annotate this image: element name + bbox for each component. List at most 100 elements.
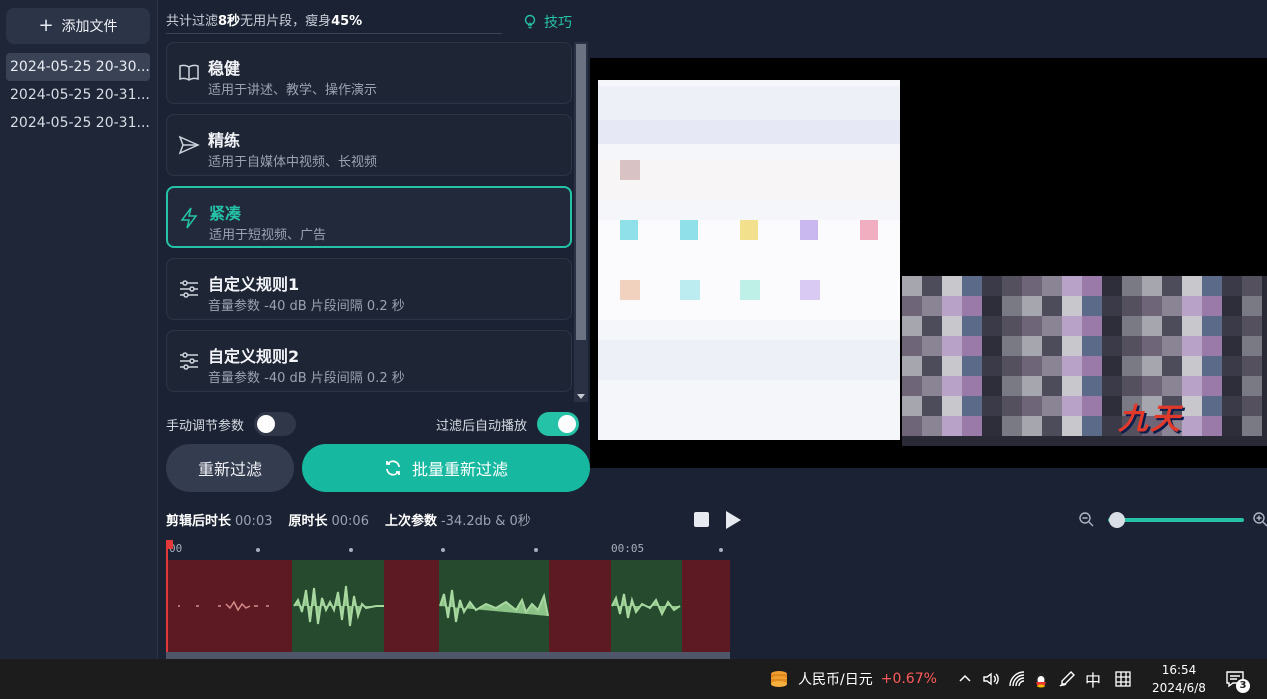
mosaic-cell (1162, 336, 1182, 356)
mosaic-cell (1022, 376, 1042, 396)
preset-desc: 音量参数 -40 dB 片段间隔 0.2 秒 (208, 299, 405, 314)
zoom-out-icon[interactable] (1078, 511, 1094, 527)
file-item[interactable]: 2024-05-25 20-31... (6, 81, 150, 109)
video-preview[interactable]: 九天 (590, 58, 1267, 468)
mosaic-cell (1202, 376, 1222, 396)
mosaic-cell (1122, 316, 1142, 336)
ruler-dot (719, 548, 723, 552)
manual-adjust-toggle[interactable] (254, 412, 297, 436)
mosaic-cell (1242, 296, 1262, 316)
mosaic-cell (962, 356, 982, 376)
waveform-timeline[interactable]: 00 00:05 (166, 540, 732, 659)
system-clock[interactable]: 16:54 2024/6/8 (1148, 659, 1210, 699)
mosaic-cell (1142, 276, 1162, 296)
summary-middle: 无用片段，瘦身 (240, 14, 332, 29)
mosaic-block (800, 220, 818, 240)
mosaic-band (598, 160, 900, 200)
batch-refilter-button[interactable]: 批量重新过滤 (302, 444, 590, 492)
mosaic-cell (1222, 296, 1242, 316)
zoom-slider-knob[interactable] (1109, 512, 1125, 528)
mosaic-cell (1102, 356, 1122, 376)
mosaic-cell (902, 296, 922, 316)
mosaic-cell (922, 416, 942, 436)
mosaic-cell (1202, 296, 1222, 316)
preset-item-refined[interactable]: 精练 适用于自媒体中视频、长视频 (166, 114, 572, 176)
mosaic-cell (1182, 316, 1202, 336)
playhead[interactable] (166, 540, 173, 659)
qq-icon[interactable] (1032, 659, 1050, 699)
mosaic-cell (1122, 276, 1142, 296)
timeline-scrollbar[interactable] (166, 652, 730, 659)
mosaic-cell (1022, 416, 1042, 436)
mosaic-cell (1022, 356, 1042, 376)
mosaic-block (680, 280, 700, 300)
mosaic-cell (1242, 316, 1262, 336)
mosaic-cell (1182, 416, 1202, 436)
mosaic-cell (1062, 296, 1082, 316)
mosaic-cell (1102, 376, 1122, 396)
volume-icon[interactable] (982, 659, 1000, 699)
mosaic-cell (962, 276, 982, 296)
book-icon (179, 64, 199, 81)
tray-expand-icon[interactable] (958, 659, 972, 699)
orig-duration-value: 00:06 (331, 514, 369, 529)
mosaic-cell (1062, 416, 1082, 436)
preset-scrollbar[interactable] (574, 42, 588, 402)
mosaic-cell (1022, 316, 1042, 336)
preset-item-custom-1[interactable]: 自定义规则1 音量参数 -40 dB 片段间隔 0.2 秒 (166, 258, 572, 320)
mosaic-block (680, 220, 698, 240)
ime-indicator[interactable]: 中 (1085, 659, 1101, 699)
play-button[interactable] (726, 511, 741, 529)
last-params-label: 上次参数 (384, 514, 437, 529)
mosaic-block (620, 220, 638, 240)
keyboard-grid-icon[interactable] (1114, 659, 1132, 699)
preset-item-steady[interactable]: 稳健 适用于讲述、教学、操作演示 (166, 42, 572, 104)
preset-item-compact[interactable]: 紧凑 适用于短视频、广告 (166, 186, 572, 248)
lightbulb-icon (524, 14, 536, 29)
mosaic-cell (1242, 356, 1262, 376)
tips-label: 技巧 (544, 15, 572, 31)
mosaic-cell (1202, 356, 1222, 376)
autoplay-toggle[interactable] (537, 412, 580, 436)
mosaic-cell (1102, 316, 1122, 336)
stop-button[interactable] (694, 512, 709, 527)
mosaic-cell (1042, 316, 1062, 336)
pen-icon[interactable] (1058, 659, 1076, 699)
mosaic-cell (1002, 336, 1022, 356)
mosaic-block (740, 220, 758, 240)
removed-segment (682, 560, 730, 652)
zoom-slider-track[interactable] (1108, 518, 1244, 522)
send-icon (178, 135, 200, 155)
mosaic-cell (902, 356, 922, 376)
scrollbar-thumb[interactable] (576, 44, 586, 340)
mosaic-cell (962, 396, 982, 416)
preset-title: 稳健 (208, 59, 241, 78)
preset-title: 自定义规则2 (208, 347, 300, 366)
network-icon[interactable] (1008, 659, 1026, 699)
mosaic-cell (1222, 276, 1242, 296)
mosaic-block (620, 160, 640, 180)
tips-link[interactable]: 技巧 (522, 12, 572, 32)
file-item[interactable]: 2024-05-25 20-30... (6, 53, 150, 81)
ruler-label-5s: 00:05 (611, 542, 645, 555)
refilter-button[interactable]: 重新过滤 (166, 444, 294, 492)
mosaic-cell (982, 316, 1002, 336)
mosaic-band (598, 120, 900, 144)
mosaic-cell (1162, 356, 1182, 376)
scroll-down-icon[interactable] (577, 394, 585, 399)
mosaic-cell (1242, 416, 1262, 436)
zoom-in-icon[interactable] (1252, 511, 1267, 527)
waveform[interactable] (166, 560, 730, 652)
orig-duration-label: 原时长 (288, 514, 328, 529)
preset-desc: 音量参数 -40 dB 片段间隔 0.2 秒 (208, 371, 405, 386)
mosaic-cell (1042, 416, 1062, 436)
mosaic-cell (942, 416, 962, 436)
stock-widget[interactable]: 人民币/日元 +0.67% (768, 659, 937, 699)
manual-adjust-row: 手动调节参数 (166, 412, 297, 436)
mosaic-cell (1082, 336, 1102, 356)
mosaic-cell (902, 336, 922, 356)
add-file-button[interactable]: + 添加文件 (6, 8, 150, 44)
mosaic-cell (982, 376, 1002, 396)
preset-item-custom-2[interactable]: 自定义规则2 音量参数 -40 dB 片段间隔 0.2 秒 (166, 330, 572, 392)
file-item[interactable]: 2024-05-25 20-31... (6, 109, 150, 137)
